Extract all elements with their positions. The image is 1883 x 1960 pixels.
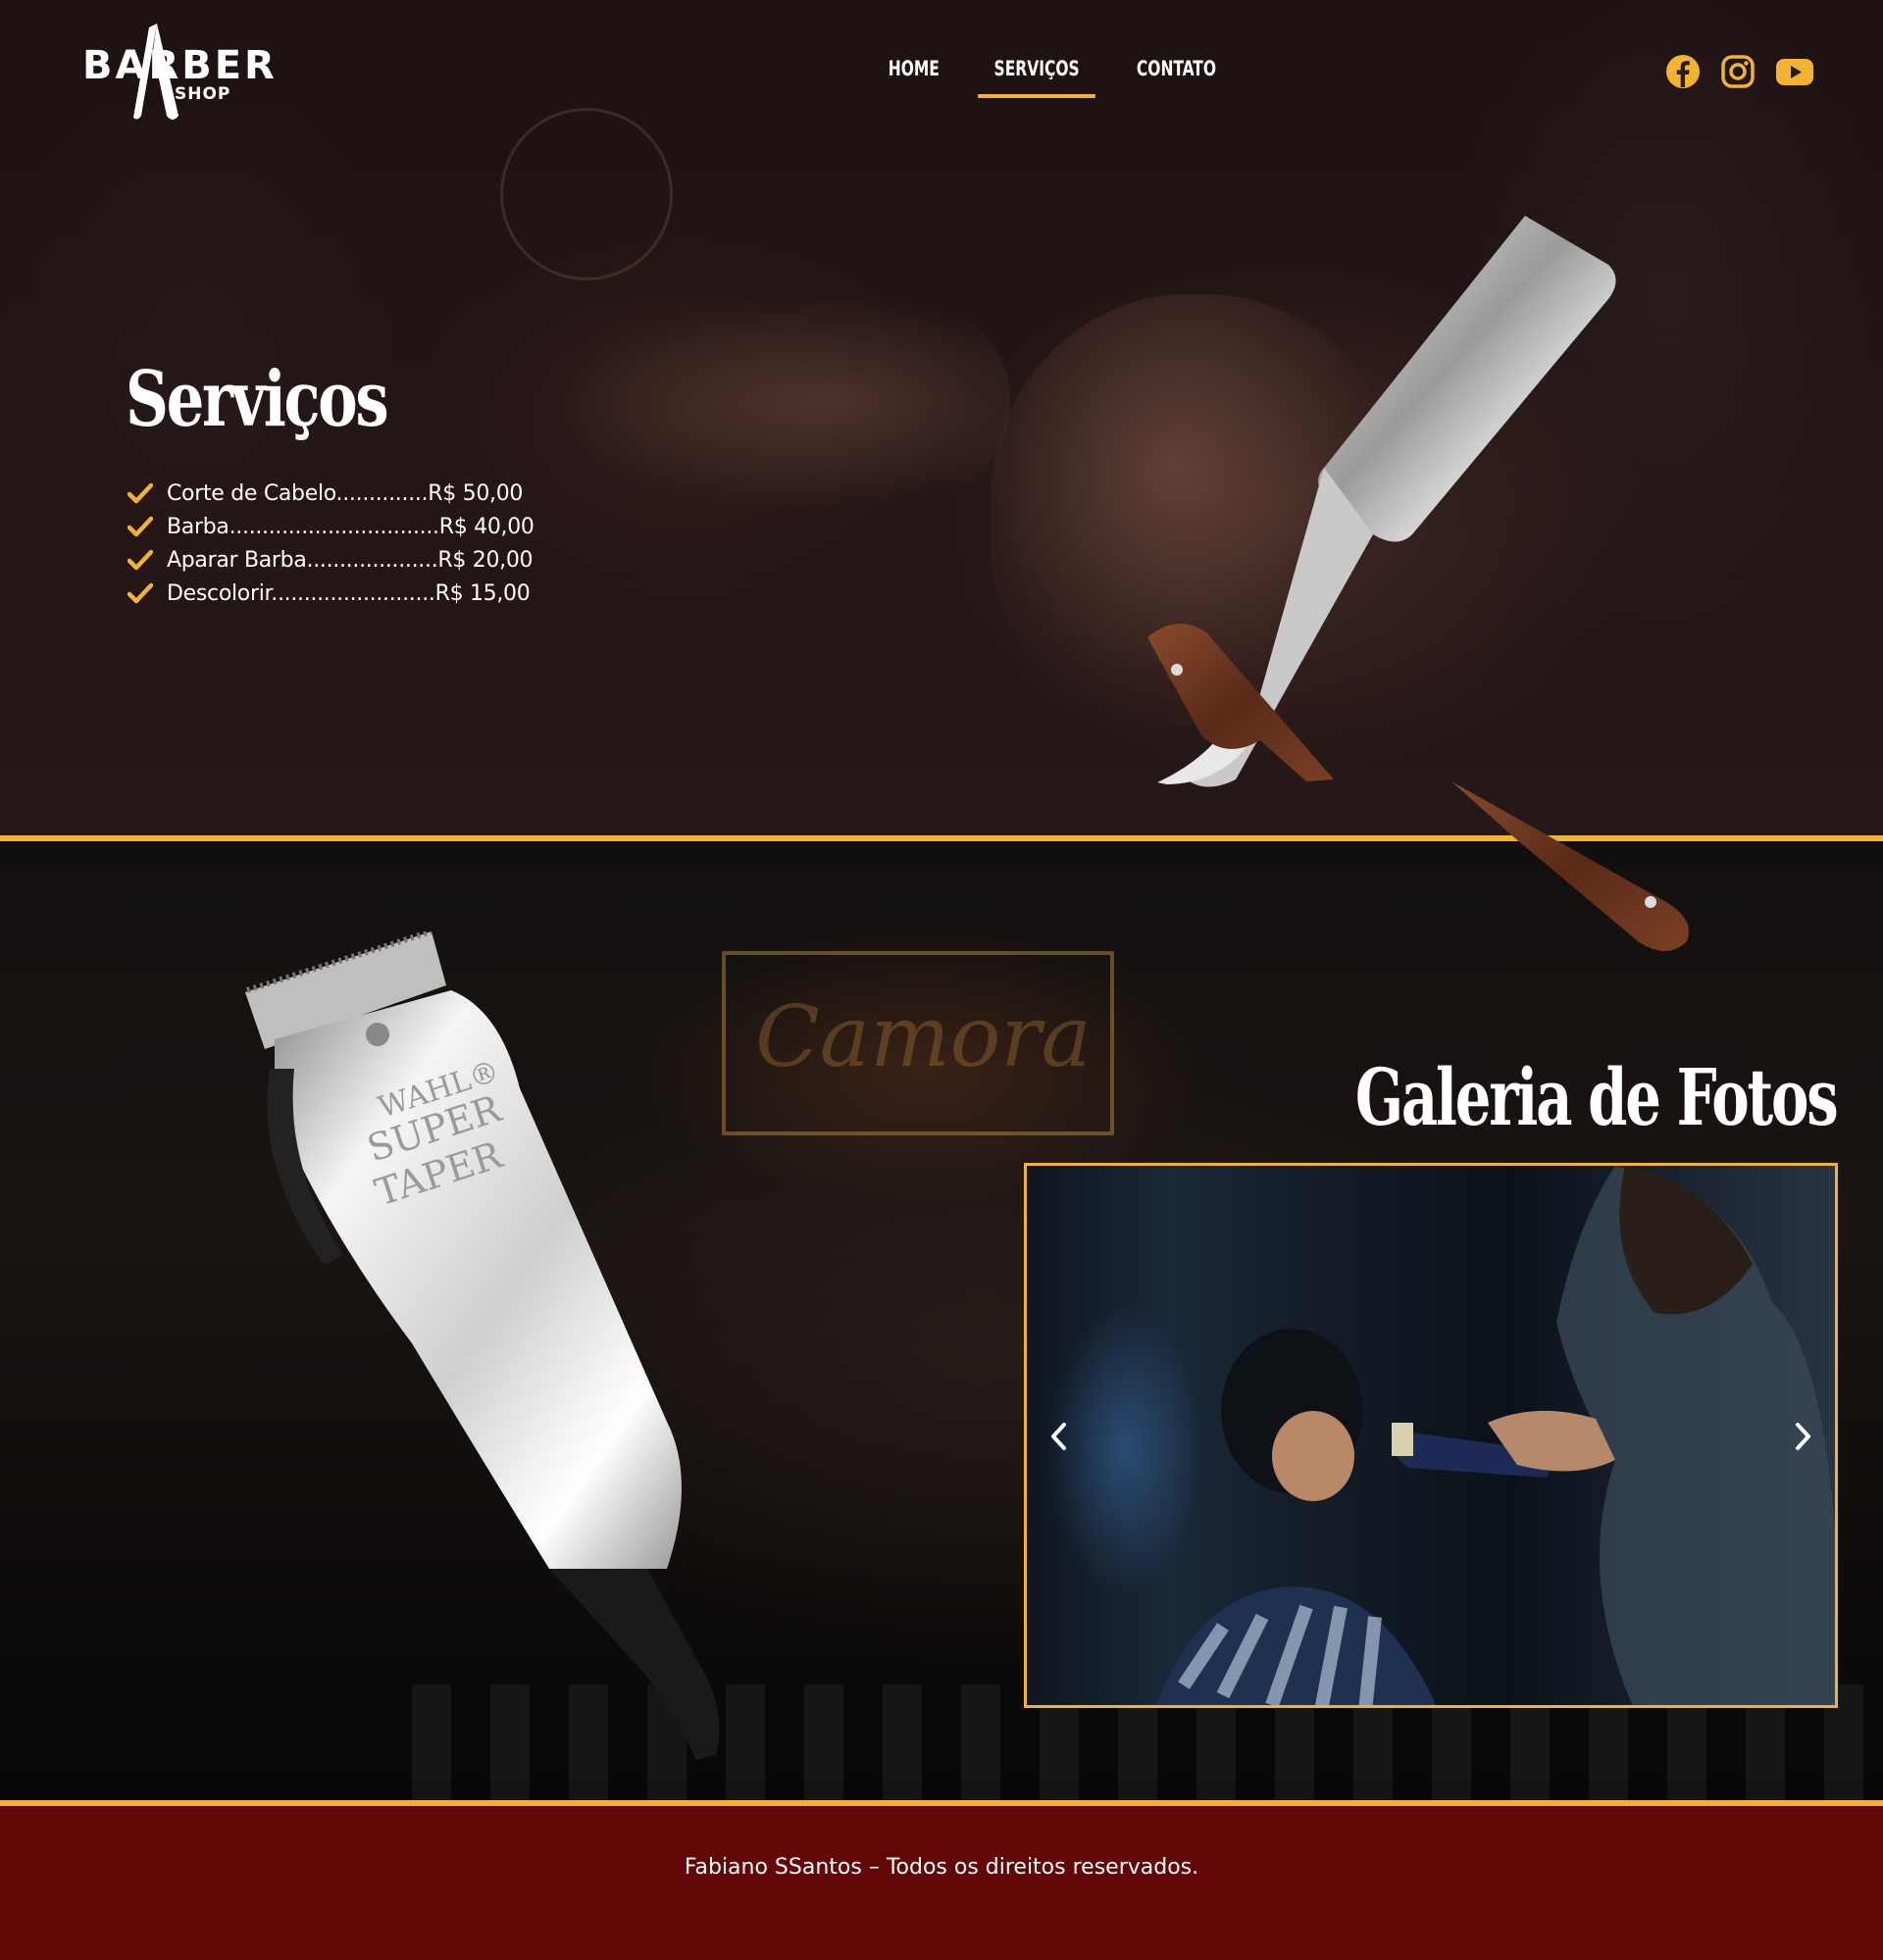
check-icon — [127, 516, 153, 537]
service-label: Descolorir.........................R$ 15… — [167, 580, 531, 606]
facebook-icon — [1666, 55, 1700, 88]
check-icon — [127, 582, 153, 604]
main-nav: HOME SERVIÇOS CONTATO — [863, 51, 1245, 104]
social-links — [1665, 54, 1814, 89]
photo-carousel[interactable] — [1024, 1163, 1838, 1708]
hair-clipper-image: WAHL® SUPER TAPER — [245, 931, 720, 1760]
logo-main-text: BARBER — [82, 43, 278, 88]
facebook-link[interactable] — [1665, 54, 1701, 89]
service-label: Barba................................R$ … — [167, 514, 534, 539]
logo-sub-text: SHOP — [175, 84, 231, 104]
gallery-title: Galeria de Fotos — [1354, 1051, 1838, 1143]
copyright-text: Fabiano SSantos – Todos os direitos rese… — [684, 1855, 1199, 1880]
haircut-photo — [1156, 1166, 1835, 1705]
chevron-right-icon[interactable] — [1790, 1419, 1815, 1454]
check-icon — [127, 482, 153, 504]
service-item: Descolorir.........................R$ 15… — [127, 577, 534, 610]
service-item: Barba................................R$ … — [127, 510, 534, 543]
service-item: Corte de Cabelo..............R$ 50,00 — [127, 477, 534, 510]
service-label: Aparar Barba....................R$ 20,00 — [167, 547, 534, 573]
instagram-icon — [1721, 55, 1755, 88]
neon-sign-text: Camora — [755, 988, 1092, 1086]
check-icon — [127, 549, 153, 571]
nav-servicos[interactable]: SERVIÇOS — [977, 51, 1095, 98]
instagram-link[interactable] — [1720, 54, 1756, 89]
barber-shop-logo[interactable]: BARBER SHOP — [82, 22, 288, 124]
youtube-link[interactable] — [1775, 54, 1814, 89]
chevron-left-icon[interactable] — [1046, 1419, 1072, 1454]
barber-shirt-badge — [500, 108, 673, 280]
service-item: Aparar Barba....................R$ 20,00 — [127, 543, 534, 577]
nav-contato[interactable]: CONTATO — [1120, 51, 1232, 98]
site-footer: Fabiano SSantos – Todos os direitos rese… — [0, 1806, 1883, 1960]
barber-hands — [549, 294, 1010, 510]
youtube-icon — [1776, 59, 1813, 85]
service-label: Corte de Cabelo..............R$ 50,00 — [167, 480, 524, 506]
services-title: Serviços — [126, 355, 389, 444]
services-price-list: Corte de Cabelo..............R$ 50,00 Ba… — [127, 477, 534, 610]
nav-home[interactable]: HOME — [872, 51, 955, 98]
straight-razor-image — [1147, 216, 1689, 951]
